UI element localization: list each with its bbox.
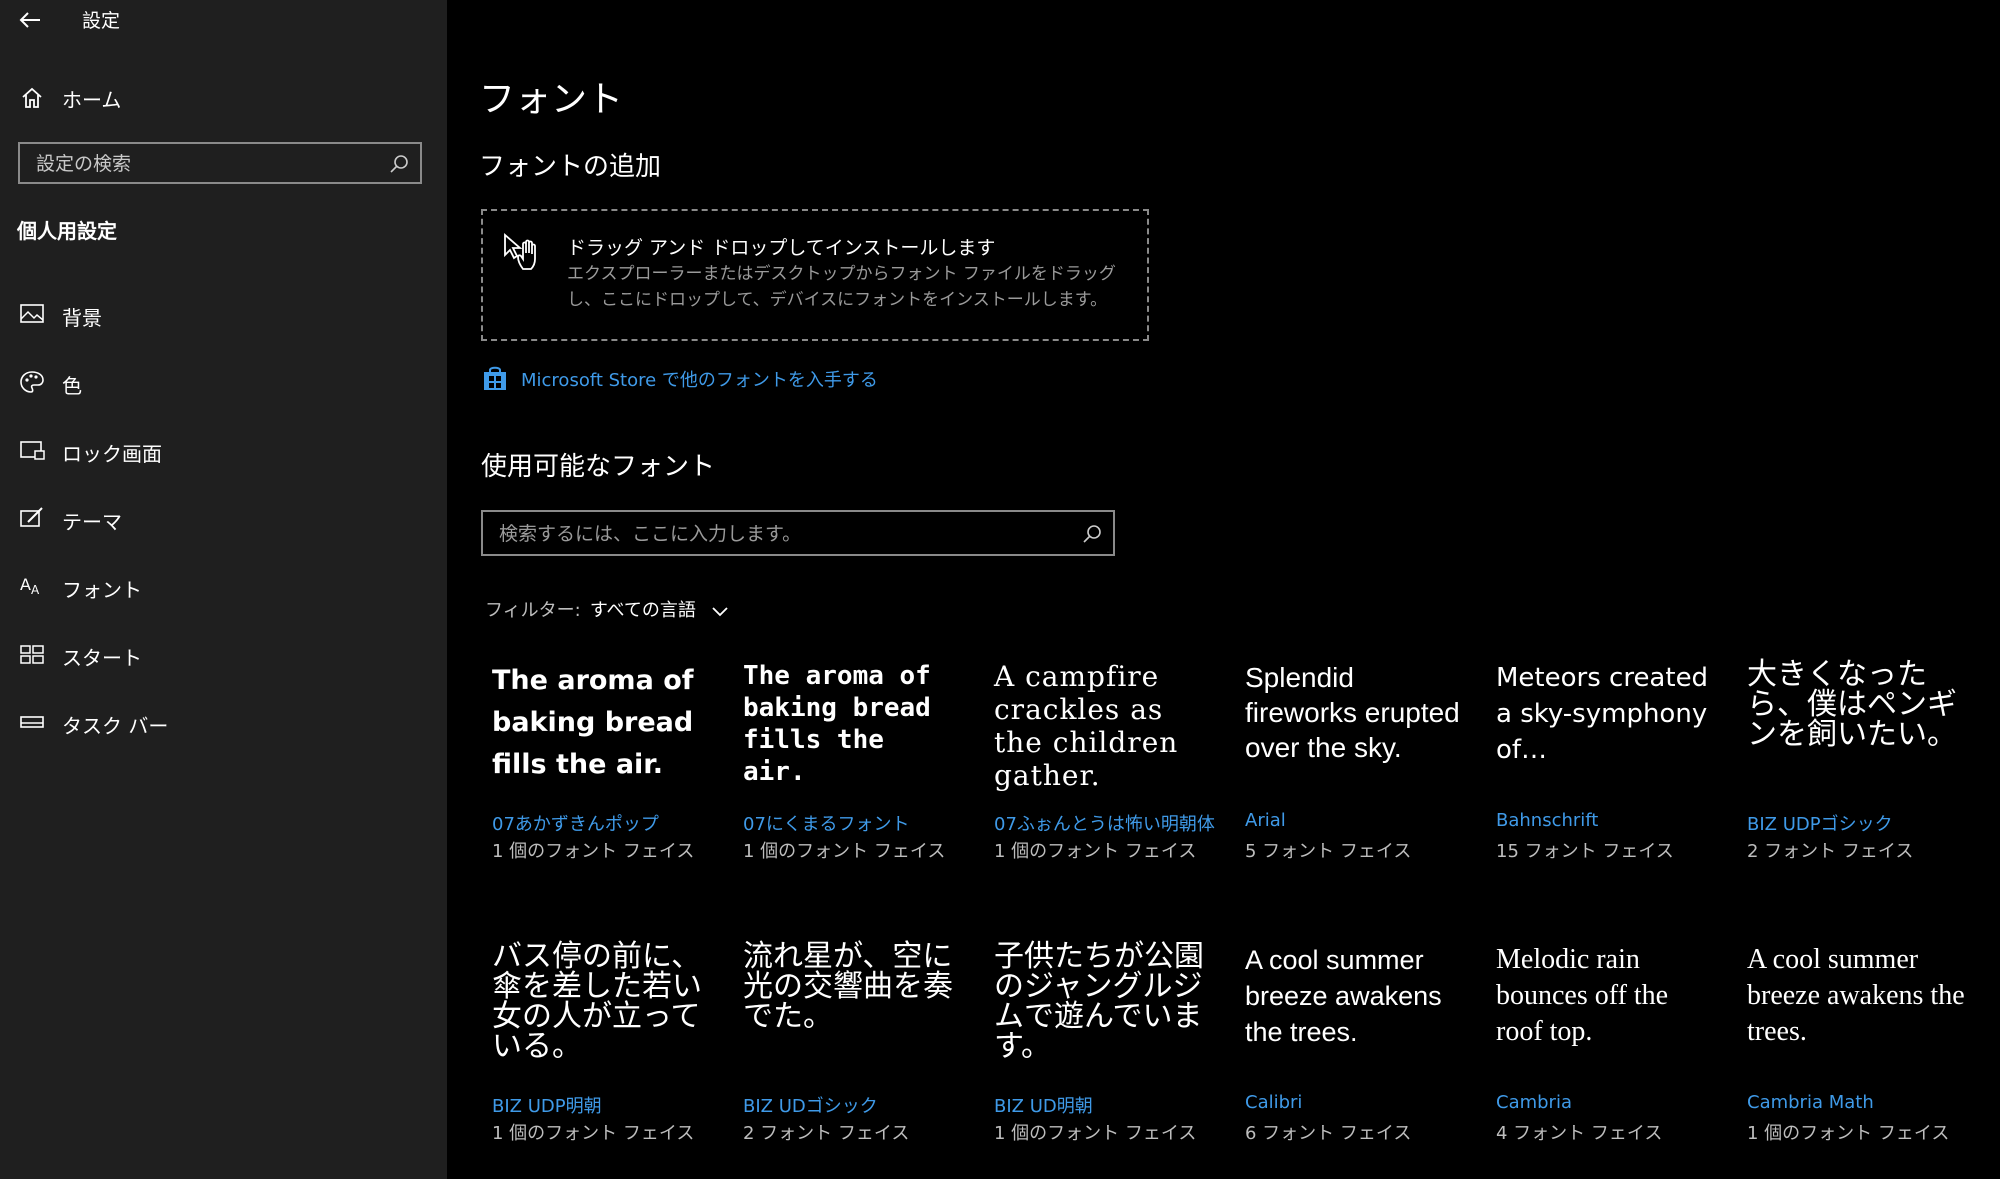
font-sample: The aroma of baking bread fills the air. [743,661,931,787]
chevron-down-icon [712,606,728,616]
font-card[interactable]: 大きくなったら、僕はペンギンを飼いたい。 BIZ UDPゴシック 2 フォント … [1747,660,1977,890]
font-name: BIZ UDPゴシック [1747,814,1893,835]
font-face-count: 1 個のフォント フェイス [492,1123,695,1144]
font-card[interactable]: A cool summer breeze awakens the trees. … [1245,942,1475,1172]
font-card[interactable]: A campfire crackles as the children gath… [994,660,1224,890]
sidebar-item-color[interactable]: 色 [0,360,447,404]
sidebar-item-lock-screen[interactable]: ロック画面 [0,428,447,472]
font-card[interactable]: 子供たちが公園のジャングルジムで遊んでいます。 BIZ UD明朝 1 個のフォン… [994,942,1224,1172]
font-sample: Meteors created a sky-symphony of… [1496,663,1709,765]
font-name: Arial [1245,810,1286,831]
font-face-count: 2 フォント フェイス [1747,841,1914,862]
font-face-count: 1 個のフォント フェイス [1747,1123,1950,1144]
sidebar-item-label: ロック画面 [62,442,162,466]
font-sample: A cool summer breeze awakens the trees. [1245,945,1442,1047]
font-name: Calibri [1245,1092,1303,1113]
sidebar-item-label: 背景 [62,306,102,330]
font-card[interactable]: 流れ星が、空に光の交響曲を奏でた。 BIZ UDゴシック 2 フォント フェイス [743,942,973,1172]
font-name: BIZ UD明朝 [994,1096,1093,1117]
settings-search-box [18,142,422,184]
font-face-count: 6 フォント フェイス [1245,1123,1412,1144]
font-face-count: 1 個のフォント フェイス [492,841,695,862]
sidebar-item-label: スタート [62,646,142,670]
font-search-box [481,510,1115,556]
main-content: フォント フォントの追加 ドラッグ アンド ドロップしてインストールします エク… [447,0,2000,1179]
available-fonts-heading: 使用可能なフォント [481,452,716,482]
svg-text:A: A [20,575,31,594]
store-bag-icon [484,366,506,390]
lock-screen-icon [20,441,45,460]
font-icon: A A [20,575,40,597]
font-sample: The aroma of baking bread fills the air. [492,665,694,780]
font-name: Bahnschrift [1496,810,1599,831]
sidebar-item-label: タスク バー [62,714,169,738]
taskbar-icon [20,716,44,728]
sidebar-item-label: ホーム [62,88,122,112]
font-name: 07ふぉんとうは怖い明朝体 [994,814,1215,835]
store-link-text: Microsoft Store で他のフォントを入手する [521,370,878,391]
font-face-count: 5 フォント フェイス [1245,841,1412,862]
filter-label: フィルター: [485,600,581,621]
font-sample: 子供たちが公園のジャングルジムで遊んでいます。 [994,939,1204,1064]
add-fonts-heading: フォントの追加 [479,152,662,182]
font-name: BIZ UDゴシック [743,1096,878,1117]
sidebar-item-label: 色 [62,374,82,398]
sidebar-item-label: テーマ [62,510,122,534]
theme-icon [20,507,43,527]
sidebar-item-theme[interactable]: テーマ [0,496,447,540]
filter-value: すべての言語 [589,600,696,621]
search-icon[interactable] [388,153,410,175]
back-arrow-icon [19,12,40,28]
font-card[interactable]: Meteors created a sky-symphony of… Bahns… [1496,660,1726,890]
font-name: 07あかずきんポップ [492,814,659,835]
font-sample: A campfire crackles as the children gath… [994,660,1179,792]
font-sample: A cool summer breeze awakens the trees. [1747,944,1965,1047]
app-title: 設定 [82,10,121,32]
picture-icon [20,304,44,323]
font-card[interactable]: Melodic rain bounces off the roof top. C… [1496,942,1726,1172]
language-filter[interactable]: フィルター: すべての言語 [485,596,729,624]
font-sample: Splendid fireworks erupted over the sky. [1245,662,1460,763]
font-name: Cambria Math [1747,1092,1874,1113]
font-card[interactable]: The aroma of baking bread fills the air.… [492,660,722,890]
svg-text:A: A [31,583,40,597]
sidebar-item-fonts[interactable]: A A フォント [0,564,447,608]
sidebar: 設定 ホーム 個人用設定 背景 色 ロック画面 [0,0,447,1179]
font-face-count: 1 個のフォント フェイス [743,841,946,862]
font-card[interactable]: バス停の前に、傘を差した若い女の人が立っている。 BIZ UDP明朝 1 個のフ… [492,942,722,1172]
font-face-count: 2 フォント フェイス [743,1123,910,1144]
settings-search-input[interactable] [34,150,378,178]
font-card[interactable]: A cool summer breeze awakens the trees. … [1747,942,1977,1172]
start-icon [20,645,44,664]
font-card[interactable]: The aroma of baking bread fills the air.… [743,660,973,890]
font-card[interactable]: Splendid fireworks erupted over the sky.… [1245,660,1475,890]
font-face-count: 4 フォント フェイス [1496,1123,1663,1144]
sidebar-item-background[interactable]: 背景 [0,292,447,336]
page-title: フォント [479,79,624,120]
sidebar-item-taskbar[interactable]: タスク バー [0,700,447,744]
font-search-input[interactable] [497,520,1061,548]
home-icon [22,87,42,108]
palette-icon [20,371,44,393]
sidebar-item-home[interactable]: ホーム [0,78,447,118]
drag-hand-icon [504,233,536,270]
section-heading: 個人用設定 [17,219,117,243]
search-icon[interactable] [1081,523,1103,545]
font-name: BIZ UDP明朝 [492,1096,602,1117]
font-name: 07にくまるフォント [743,814,910,835]
font-face-count: 1 個のフォント フェイス [994,1123,1197,1144]
font-sample: Melodic rain bounces off the roof top. [1496,944,1669,1047]
font-drop-zone[interactable]: ドラッグ アンド ドロップしてインストールします エクスプローラーまたはデスクト… [481,209,1149,341]
back-button[interactable] [14,4,46,36]
drop-zone-title: ドラッグ アンド ドロップしてインストールします [567,237,996,259]
sidebar-item-start[interactable]: スタート [0,632,447,676]
font-sample: バス停の前に、傘を差した若い女の人が立っている。 [492,939,702,1064]
font-face-count: 1 個のフォント フェイス [994,841,1197,862]
font-sample: 大きくなったら、僕はペンギンを飼いたい。 [1747,657,1957,752]
sidebar-item-label: フォント [62,578,142,602]
font-sample: 流れ星が、空に光の交響曲を奏でた。 [743,939,953,1034]
drop-zone-description: エクスプローラーまたはデスクトップからフォント ファイルをドラッグし、ここにドロ… [567,264,1116,310]
font-name: Cambria [1496,1092,1572,1113]
font-face-count: 15 フォント フェイス [1496,841,1674,862]
